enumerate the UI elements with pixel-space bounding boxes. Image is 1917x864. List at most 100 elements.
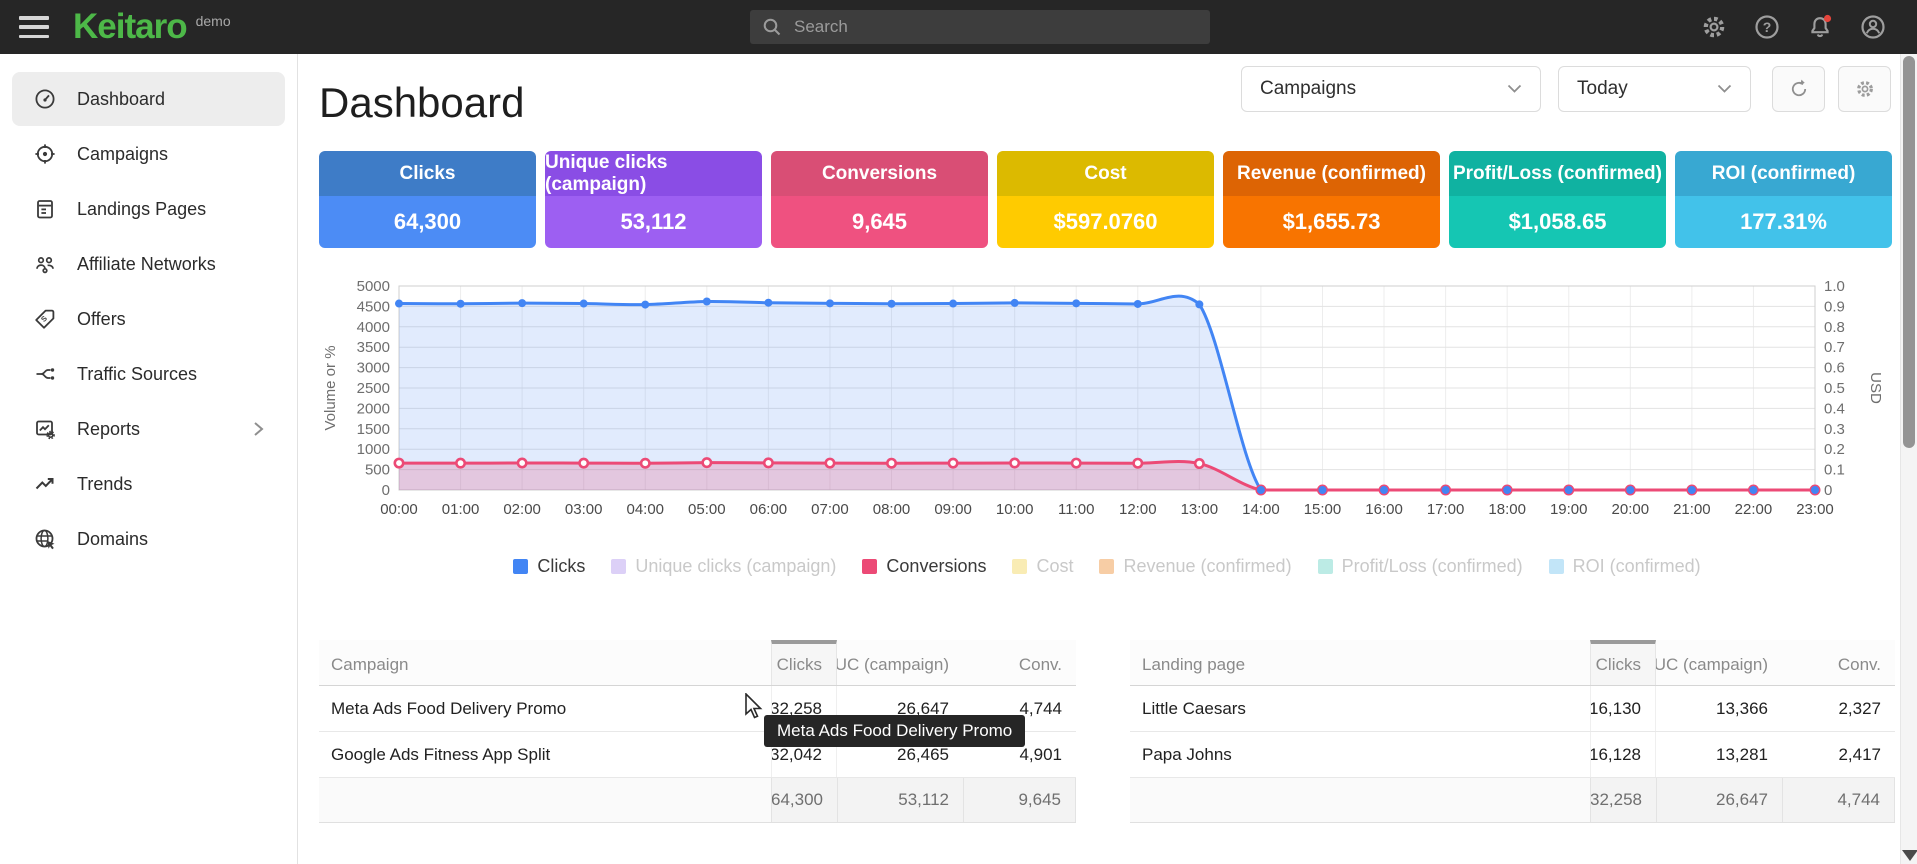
account-icon[interactable] <box>1859 13 1887 41</box>
table-totals-row: 64,30053,1129,645 <box>319 778 1076 822</box>
sidebar-item-dashboard[interactable]: Dashboard <box>12 72 285 126</box>
svg-text:18:00: 18:00 <box>1488 501 1526 518</box>
column-header-name[interactable]: Landing page <box>1130 640 1590 685</box>
legend-swatch <box>1099 559 1114 574</box>
sidebar-item-label: Affiliate Networks <box>77 254 216 275</box>
gear-icon <box>1854 78 1876 100</box>
sidebar-item-offers[interactable]: S Offers <box>12 292 285 346</box>
notifications-icon[interactable] <box>1806 13 1834 41</box>
totals-empty-cell <box>1130 778 1590 822</box>
sidebar-item-domains[interactable]: Domains <box>12 512 285 566</box>
sidebar-item-traffic-sources[interactable]: Traffic Sources <box>12 347 285 401</box>
sidebar-item-trends[interactable]: Trends <box>12 457 285 511</box>
svg-text:1.0: 1.0 <box>1824 278 1845 295</box>
sidebar-item-campaigns[interactable]: Campaigns <box>12 127 285 181</box>
app-logo[interactable]: Keitaro <box>73 7 187 47</box>
target-icon <box>33 142 57 166</box>
row-name-cell[interactable]: Little Caesars <box>1130 686 1590 731</box>
stat-card-value: $1,655.73 <box>1223 196 1440 248</box>
scrollbar[interactable] <box>1900 54 1917 864</box>
y-axis-right-label: USD <box>1867 372 1884 404</box>
menu-icon[interactable] <box>19 16 49 38</box>
column-header-conv[interactable]: Conv. <box>963 640 1076 685</box>
refresh-button[interactable] <box>1772 66 1825 112</box>
row-name-cell[interactable]: Google Ads Fitness App Split <box>319 732 771 777</box>
campaigns-filter-select[interactable]: Campaigns <box>1241 66 1541 112</box>
stat-card-label: Profit/Loss (confirmed) <box>1449 151 1666 196</box>
row-value-cell: 16,128 <box>1590 732 1656 777</box>
svg-text:03:00: 03:00 <box>565 501 603 518</box>
stat-card-label: Conversions <box>771 151 988 196</box>
page-title: Dashboard <box>319 79 524 127</box>
legend-item-cost[interactable]: Cost <box>1012 556 1073 577</box>
scroll-down-arrow[interactable] <box>1902 850 1917 861</box>
legend-label: Profit/Loss (confirmed) <box>1342 556 1523 577</box>
legend-item-roi-confirmed[interactable]: ROI (confirmed) <box>1549 556 1701 577</box>
svg-text:0.5: 0.5 <box>1824 380 1845 397</box>
date-range-select[interactable]: Today <box>1558 66 1751 112</box>
stat-card-unique-clicks: Unique clicks (campaign) 53,112 <box>545 151 762 248</box>
search-input[interactable] <box>794 17 1174 37</box>
svg-text:2000: 2000 <box>357 400 390 417</box>
legend-item-clicks[interactable]: Clicks <box>513 556 585 577</box>
svg-text:0.3: 0.3 <box>1824 421 1845 438</box>
scrollbar-thumb[interactable] <box>1903 56 1915 448</box>
dashboard-settings-button[interactable] <box>1838 66 1891 112</box>
stat-card-label: Revenue (confirmed) <box>1223 151 1440 196</box>
legend-item-revenue-confirmed[interactable]: Revenue (confirmed) <box>1099 556 1291 577</box>
legend-item-unique-clicks-campaign[interactable]: Unique clicks (campaign) <box>611 556 836 577</box>
svg-text:04:00: 04:00 <box>626 501 664 518</box>
column-header-uc-campaign[interactable]: UC (campaign) <box>1656 640 1782 685</box>
row-tooltip: Meta Ads Food Delivery Promo <box>764 715 1025 747</box>
legend-swatch <box>1012 559 1027 574</box>
svg-text:0.2: 0.2 <box>1824 441 1845 458</box>
stat-card-value: 64,300 <box>319 196 536 248</box>
sidebar-item-affiliate-networks[interactable]: Affiliate Networks <box>12 237 285 291</box>
table-header-row: CampaignClicksUC (campaign)Conv. <box>319 640 1076 686</box>
svg-text:14:00: 14:00 <box>1242 501 1280 518</box>
table-header-row: Landing pageClicksUC (campaign)Conv. <box>1130 640 1895 686</box>
campaigns-filter-value: Campaigns <box>1260 78 1356 100</box>
svg-text:07:00: 07:00 <box>811 501 849 518</box>
svg-text:01:00: 01:00 <box>442 501 480 518</box>
chart-canvas: 0500100015002000250030003500400045005000… <box>319 268 1895 530</box>
row-name-cell[interactable]: Papa Johns <box>1130 732 1590 777</box>
column-header-name[interactable]: Campaign <box>319 640 771 685</box>
sidebar-item-landings-pages[interactable]: Landings Pages <box>12 182 285 236</box>
stat-card-value: 53,112 <box>545 196 762 248</box>
totals-value-cell: 53,112 <box>837 778 963 822</box>
stat-card-value: 9,645 <box>771 196 988 248</box>
search-bar[interactable] <box>750 10 1210 44</box>
legend-swatch <box>513 559 528 574</box>
svg-text:4500: 4500 <box>357 298 390 315</box>
table-row[interactable]: Papa Johns16,12813,2812,417 <box>1130 732 1895 778</box>
help-icon[interactable]: ? <box>1753 13 1781 41</box>
svg-text:16:00: 16:00 <box>1365 501 1403 518</box>
column-header-clicks[interactable]: Clicks <box>771 640 837 685</box>
legend-item-conversions[interactable]: Conversions <box>862 556 986 577</box>
notification-badge <box>1824 15 1831 22</box>
svg-text:0.9: 0.9 <box>1824 298 1845 315</box>
svg-text:21:00: 21:00 <box>1673 501 1711 518</box>
svg-text:20:00: 20:00 <box>1612 501 1650 518</box>
row-name-cell[interactable]: Meta Ads Food Delivery Promo <box>319 686 771 731</box>
sidebar-item-reports[interactable]: Reports <box>12 402 285 456</box>
legend-label: Cost <box>1036 556 1073 577</box>
svg-text:0.4: 0.4 <box>1824 400 1845 417</box>
column-header-clicks[interactable]: Clicks <box>1590 640 1656 685</box>
settings-icon[interactable] <box>1700 13 1728 41</box>
legend-label: Clicks <box>537 556 585 577</box>
chevron-down-icon <box>1717 84 1732 94</box>
row-value-cell: 13,281 <box>1656 732 1782 777</box>
legend-item-profit-loss-confirmed[interactable]: Profit/Loss (confirmed) <box>1318 556 1523 577</box>
sidebar-item-label: Domains <box>77 529 148 550</box>
totals-value-cell: 64,300 <box>771 778 837 822</box>
column-header-uc-campaign[interactable]: UC (campaign) <box>837 640 963 685</box>
svg-text:3500: 3500 <box>357 339 390 356</box>
svg-text:500: 500 <box>365 462 390 479</box>
column-header-conv[interactable]: Conv. <box>1782 640 1895 685</box>
stat-card-cost: Cost $597.0760 <box>997 151 1214 248</box>
table-row[interactable]: Little Caesars16,13013,3662,327 <box>1130 686 1895 732</box>
date-range-value: Today <box>1577 78 1628 100</box>
legend-label: ROI (confirmed) <box>1573 556 1701 577</box>
